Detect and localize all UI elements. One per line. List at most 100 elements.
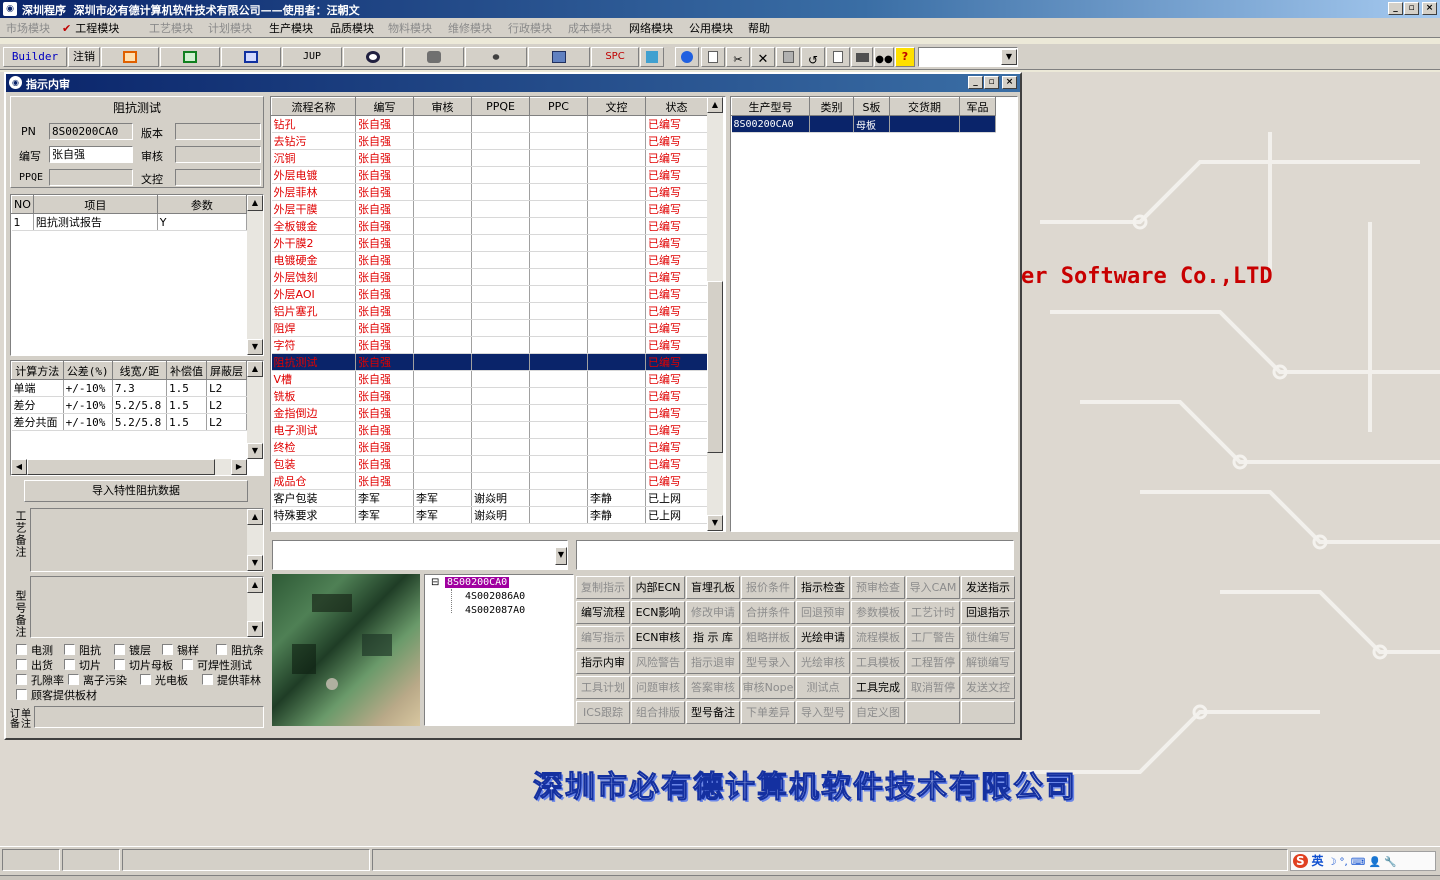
hscroll-thumb[interactable] [27, 459, 215, 475]
action-button[interactable]: 下单差异 [741, 701, 795, 724]
action-button[interactable]: 问题审核 [631, 676, 685, 699]
flow-row[interactable]: 沉铜 张自强 已编写 [271, 149, 708, 167]
column-header[interactable]: 编写 [355, 97, 414, 116]
window-maximize-button[interactable]: ▫ [984, 76, 999, 89]
view-button[interactable] [343, 47, 403, 67]
action-button[interactable]: 风险警告 [631, 651, 685, 674]
flow-row[interactable]: 外层干膜 张自强 已编写 [271, 200, 708, 218]
scroll-up-icon[interactable]: ▲ [247, 361, 263, 377]
action-button[interactable]: 流程模板 [851, 626, 905, 649]
flow-combo[interactable]: ▼ [272, 540, 568, 570]
process-note-box[interactable]: ▲ ▼ [30, 508, 264, 572]
print-button[interactable] [851, 47, 873, 67]
scroll-up-icon[interactable]: ▲ [247, 509, 263, 525]
scroll-down-icon[interactable]: ▼ [247, 621, 263, 637]
flow-row[interactable]: 铝片塞孔 张自强 已编写 [271, 302, 708, 320]
action-button[interactable]: 发送指示 [961, 576, 1015, 599]
logout-button[interactable]: 注销 [68, 47, 100, 67]
action-button[interactable]: 回退预审 [796, 601, 850, 624]
table-row[interactable]: 单端 +/-10% 7.3 1.5 L2 [11, 379, 248, 397]
option-checkbox[interactable]: 镀层 [114, 642, 151, 658]
pn-field[interactable]: 8S00200CA0 [49, 123, 133, 140]
minimize-button[interactable]: _ [1388, 2, 1403, 15]
checkbox-box[interactable] [16, 659, 27, 670]
find-button[interactable]: ●● [874, 47, 894, 67]
preview-button[interactable] [826, 47, 850, 67]
menu-item[interactable]: 网络模块 [629, 20, 673, 36]
action-button[interactable]: 指 示 库 [686, 626, 740, 649]
action-button[interactable]: 工艺计时 [906, 601, 960, 624]
flow-row[interactable]: 成品仓 张自强 已编写 [271, 472, 708, 490]
option-checkbox[interactable]: 光电板 [140, 672, 188, 688]
column-header[interactable]: NO [11, 195, 34, 214]
column-header[interactable]: 生产型号 [731, 97, 810, 116]
action-button[interactable]: 工具计划 [576, 676, 630, 699]
column-header[interactable]: 军品 [959, 97, 996, 116]
column-header[interactable]: 类别 [809, 97, 854, 116]
table-row[interactable]: 1 阻抗测试报告 Y [11, 213, 248, 231]
option-checkbox[interactable]: 出货 [16, 657, 53, 673]
action-button[interactable]: 复制指示 [576, 576, 630, 599]
option-checkbox[interactable]: 电测 [16, 642, 53, 658]
version-field[interactable] [175, 123, 261, 140]
excel-button[interactable] [160, 47, 220, 67]
action-button[interactable]: 答案审核 [686, 676, 740, 699]
checkbox-box[interactable] [16, 644, 27, 655]
ime-tools-icons[interactable]: ☽ °, ⌨ 👤 🔧 [1327, 857, 1396, 868]
column-header[interactable]: 审核 [413, 97, 472, 116]
writer-field[interactable]: 张自强 [49, 146, 133, 163]
flow-row[interactable]: 电子测试 张自强 已编写 [271, 421, 708, 439]
action-button[interactable]: 锁住编写 [961, 626, 1015, 649]
flow-row[interactable]: 外层电镀 张自强 已编写 [271, 166, 708, 184]
checkbox-box[interactable] [162, 644, 173, 655]
checkbox-box[interactable] [216, 644, 227, 655]
calendar-button[interactable] [640, 47, 664, 67]
close-button[interactable]: × [1422, 2, 1437, 15]
new-button[interactable] [701, 47, 725, 67]
window-close-button[interactable]: × [1002, 76, 1017, 89]
action-button[interactable]: 预审检查 [851, 576, 905, 599]
toolbar-combo[interactable]: ▼ [918, 47, 1018, 67]
flow-scroll-thumb[interactable] [707, 281, 723, 453]
option-checkbox[interactable]: 可焊性测试 [182, 657, 252, 673]
action-button[interactable]: 工厂警告 [906, 626, 960, 649]
flow-row[interactable]: 阻抗测试 张自强 已编写 [271, 353, 708, 371]
action-button[interactable]: 光绘审核 [796, 651, 850, 674]
model-note-box[interactable]: ▲ ▼ [30, 576, 264, 638]
flow-scrollbar[interactable]: ▲ ▼ [707, 97, 723, 531]
menu-item[interactable]: 成本模块 [568, 20, 612, 36]
action-button[interactable]: 报价条件 [741, 576, 795, 599]
menu-item[interactable]: 公用模块 [689, 20, 733, 36]
action-button[interactable]: 型号录入 [741, 651, 795, 674]
checkbox-box[interactable] [16, 674, 27, 685]
flow-row[interactable]: V槽 张自强 已编写 [271, 370, 708, 388]
column-header[interactable]: 计算方法 [11, 361, 64, 380]
action-button[interactable]: 解锁编写 [961, 651, 1015, 674]
column-header[interactable]: 流程名称 [271, 97, 356, 116]
scroll-down-icon[interactable]: ▼ [247, 443, 263, 459]
calc-scrollbar[interactable]: ▲ ▼ [247, 361, 263, 459]
menu-item[interactable]: 品质模块 [330, 20, 374, 36]
flow-row[interactable]: 全板镀金 张自强 已编写 [271, 217, 708, 235]
flow-row[interactable]: 字符 张自强 已编写 [271, 336, 708, 354]
column-header[interactable]: 线宽/距 [111, 361, 167, 380]
column-header[interactable]: PPC [529, 97, 588, 116]
flow-row[interactable]: 终检 张自强 已编写 [271, 438, 708, 456]
jup-button[interactable]: JUP [282, 47, 342, 67]
action-button[interactable]: 自定义图 [851, 701, 905, 724]
flow-row[interactable]: 钻孔 张自强 已编写 [271, 115, 708, 133]
flow-row[interactable]: 外干膜2 张自强 已编写 [271, 234, 708, 252]
option-checkbox[interactable]: 离子污染 [68, 672, 127, 688]
option-checkbox[interactable]: 孔隙率 [16, 672, 64, 688]
scroll-down-icon[interactable]: ▼ [707, 515, 723, 531]
action-button[interactable]: 工程暂停 [906, 651, 960, 674]
table-row[interactable]: 差分共面 +/-10% 5.2/5.8 1.5 L2 [11, 413, 248, 431]
column-header[interactable]: PPQE [471, 97, 530, 116]
checkbox-box[interactable] [64, 644, 75, 655]
action-button[interactable]: 导入CAM [906, 576, 960, 599]
chevron-down-icon[interactable]: ▼ [555, 547, 567, 565]
ppt-button[interactable] [101, 47, 159, 67]
action-button[interactable]: 编写流程 [576, 601, 630, 624]
import-impedance-button[interactable]: 导入特性阻抗数据 [24, 480, 248, 502]
action-button[interactable]: 测试点 [796, 676, 850, 699]
